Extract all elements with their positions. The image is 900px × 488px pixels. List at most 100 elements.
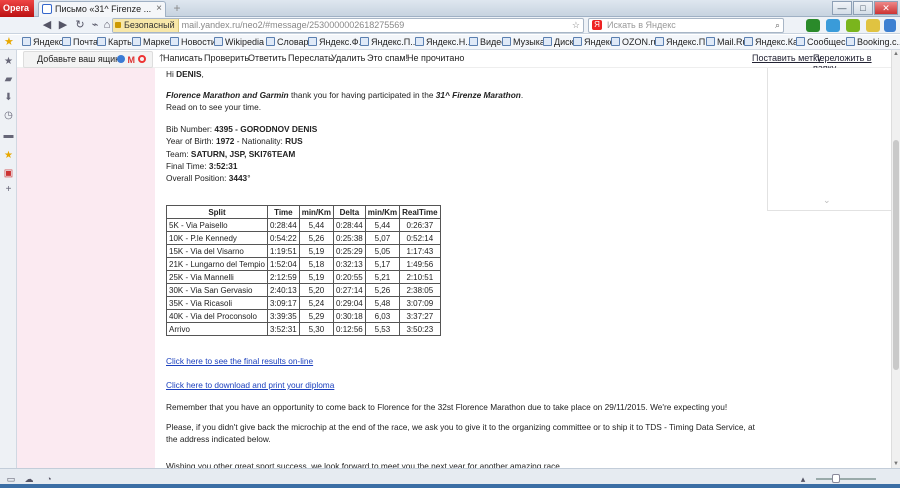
table-cell: 3:52:31 (267, 322, 300, 336)
extension-icon[interactable] (826, 19, 840, 32)
compose-button[interactable]: Написать (163, 53, 203, 63)
extension-icon[interactable] (806, 19, 820, 32)
extension-icon[interactable] (866, 19, 880, 32)
table-cell: Arrivo (166, 322, 268, 336)
cloud-icon[interactable]: ☁ (24, 474, 34, 484)
table-header-row: Split Time min/Km Delta min/Km RealTime (166, 205, 441, 219)
table-cell: 6,03 (364, 309, 401, 323)
tab-active[interactable]: Письмо «31^ Firenze ... × (38, 1, 166, 17)
diploma-link[interactable]: Click here to download and print your di… (166, 379, 334, 391)
maximize-button[interactable]: □ (853, 1, 873, 15)
reply-button[interactable]: Ответить (248, 53, 286, 63)
search-icon[interactable]: ⌕ (775, 19, 780, 32)
zoom-out-icon[interactable]: ▴ (798, 474, 808, 484)
url-field[interactable]: Безопасный mail.yandex.ru/neo2/#message/2… (112, 18, 584, 33)
download-icon[interactable] (846, 19, 860, 32)
minimize-button[interactable]: — (832, 1, 852, 15)
vertical-scrollbar[interactable]: ▲ ▼ (891, 50, 900, 468)
new-tab-button[interactable]: + (170, 2, 184, 15)
bookmark-item[interactable]: Почта (62, 36, 98, 49)
bookmark-item[interactable]: Словари (266, 36, 314, 49)
panel-toggle-icon[interactable]: ▭ (6, 474, 16, 484)
chevron-down-icon[interactable]: ⌄ (823, 195, 831, 206)
notes-icon[interactable]: ▬ (3, 130, 14, 141)
turbo-icon[interactable]: ◔ (44, 474, 54, 484)
extension-icon[interactable] (884, 19, 896, 32)
panel-extension-icon[interactable]: ▣ (3, 168, 14, 179)
scroll-up-icon[interactable]: ▲ (892, 50, 900, 58)
secure-badge[interactable]: Безопасный (113, 19, 179, 32)
mark-unread-button[interactable]: Не прочитано (407, 53, 464, 63)
bookmark-item[interactable]: Диск (543, 36, 574, 49)
table-cell: 5,17 (364, 257, 401, 271)
table-row: 30K - Via San Gervasio 2:40:13 5,20 0:27:14… (166, 283, 441, 297)
delete-button[interactable]: Удалить (331, 53, 365, 63)
birth-nationality: Year of Birth: 1972 - Nationality: RUS (166, 136, 303, 146)
table-cell: 0:25:38 (333, 231, 366, 245)
messages-icon[interactable]: ▰ (3, 74, 14, 85)
bookmark-item[interactable]: Booking.c... (846, 36, 900, 49)
overall-position: Overall Position: 3443° (166, 173, 251, 183)
bookmark-item[interactable]: Маркет (132, 36, 173, 49)
table-cell: 0:26:37 (399, 218, 441, 232)
scrollbar-thumb[interactable] (893, 140, 899, 370)
bookmark-item[interactable]: Яндекс.Н... (415, 36, 473, 49)
table-cell: 30K - Via San Gervasio (166, 283, 268, 297)
table-cell: 5,26 (298, 231, 335, 245)
mail-favicon-icon (42, 4, 52, 14)
opera-menu-button[interactable]: Opera (0, 0, 34, 17)
bookmark-item[interactable]: Яндекс.П... (655, 36, 713, 49)
mail-toolbar: Добавьте ваш ящик M 🡑 Написать Проверить… (17, 50, 895, 73)
table-cell: 1:49:56 (399, 257, 441, 271)
bookmark-item[interactable]: Видео (469, 36, 506, 49)
table-row: Arrivo 3:52:31 5,30 0:12:56 5,53 3:50:23 (166, 322, 441, 336)
close-window-button[interactable]: ✕ (874, 1, 898, 15)
bookmark-item[interactable]: Новости (170, 36, 216, 49)
table-cell: 5,29 (298, 309, 335, 323)
bookmark-item[interactable]: Яндекс.П... (360, 36, 418, 49)
scroll-down-icon[interactable]: ▼ (892, 460, 900, 468)
spam-button[interactable]: Это спам! (367, 53, 408, 63)
check-mail-button[interactable]: Проверить (204, 53, 249, 63)
table-cell: 0:30:18 (333, 309, 366, 323)
table-cell: 5,07 (364, 231, 401, 245)
reload-icon[interactable]: ↻ (73, 18, 87, 32)
add-panel-icon[interactable]: + (3, 184, 14, 195)
bookmark-item[interactable]: Яндекс (573, 36, 614, 49)
bookmark-star-icon[interactable]: ☆ (572, 19, 580, 32)
favorites-icon[interactable]: ★ (3, 150, 14, 161)
table-cell: 0:27:14 (333, 283, 366, 297)
table-cell: 5,53 (364, 322, 401, 336)
results-link[interactable]: Click here to see the final results on-l… (166, 355, 313, 367)
forward-button[interactable]: Переслать (288, 53, 333, 63)
zoom-slider[interactable] (816, 478, 876, 480)
bookmark-item[interactable]: Карты (97, 36, 134, 49)
table-cell: 1:52:04 (267, 257, 300, 271)
team: Team: SATURN, JSP, SKI76TEAM (166, 149, 296, 159)
table-cell: 0:54:22 (267, 231, 300, 245)
add-label-button[interactable]: Поставить метку (752, 53, 822, 63)
bookmark-item[interactable]: Яндекс.Ф... (308, 36, 366, 49)
tab-close-icon[interactable]: × (156, 2, 162, 16)
column-header: Delta (333, 205, 366, 219)
forward-icon[interactable]: ▶ (56, 18, 70, 32)
table-cell: 0:25:29 (333, 244, 366, 258)
bookmarks-star-icon[interactable]: ★ (4, 35, 14, 48)
zoom-slider-handle[interactable] (832, 474, 840, 483)
table-cell: 5,20 (298, 283, 335, 297)
bookmark-item[interactable]: Яндекс (22, 36, 63, 49)
bookmark-item[interactable]: Mail.Ru (706, 36, 748, 49)
downloads-icon[interactable]: ⬇ (3, 92, 14, 103)
bookmark-item[interactable]: OZON.ru (611, 36, 659, 49)
table-cell: 3:50:23 (399, 322, 441, 336)
back-icon[interactable]: ◀ (40, 18, 54, 32)
search-input[interactable]: Я Искать в Яндекс ⌕ (588, 18, 784, 33)
bookmark-item[interactable]: Wikipedia (214, 36, 264, 49)
history-icon[interactable]: ◷ (3, 110, 14, 121)
microchip-text-1: Please, if you didn't give back the micr… (166, 422, 755, 432)
bookmarks-icon[interactable]: ★ (3, 56, 14, 67)
table-cell: 0:28:44 (267, 218, 300, 232)
bookmark-item[interactable]: Музыка (502, 36, 545, 49)
bookmark-item[interactable]: Сообщес... (796, 36, 853, 49)
os-taskbar (0, 484, 900, 488)
